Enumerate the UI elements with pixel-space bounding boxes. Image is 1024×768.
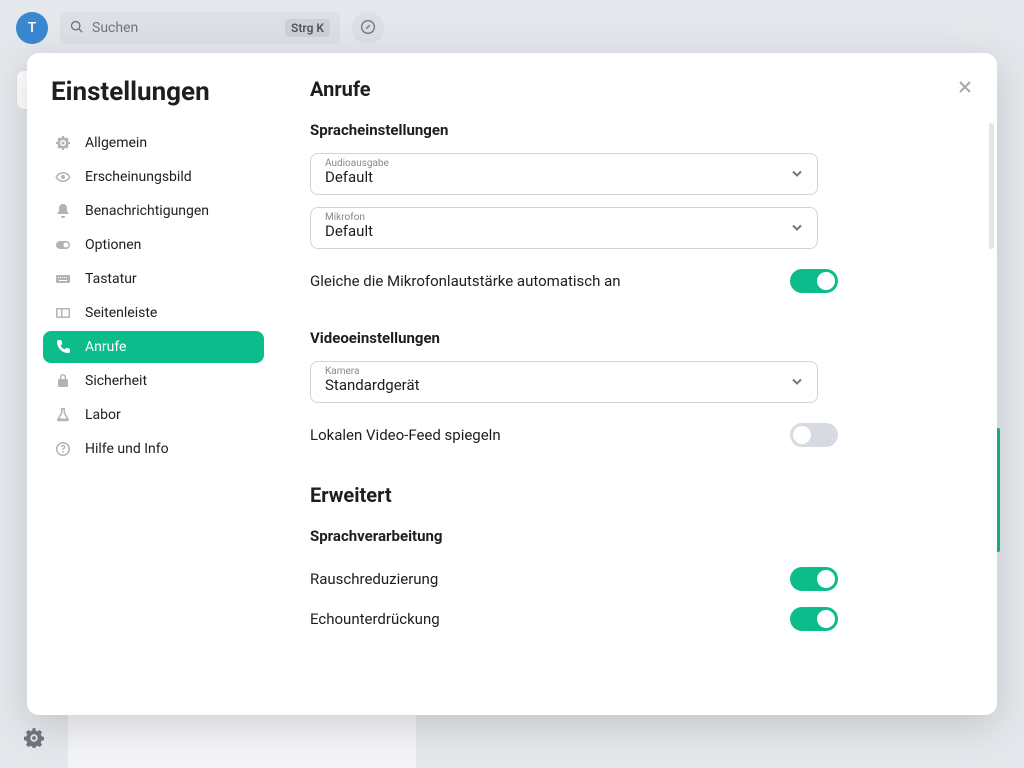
sidebar-item-general[interactable]: Allgemein	[43, 127, 264, 159]
top-bar: T Suchen Strg K	[0, 0, 1024, 56]
flask-icon	[55, 407, 71, 423]
microphone-select[interactable]: Mikrofon Default	[310, 207, 818, 249]
sidebar-item-label: Labor	[85, 407, 121, 423]
auto-gain-row: Gleiche die Mikrofonlautstärke automatis…	[310, 261, 838, 301]
sidebar-item-calls[interactable]: Anrufe	[43, 331, 264, 363]
help-icon	[55, 441, 71, 457]
sidebar-item-label: Hilfe und Info	[85, 441, 169, 457]
eye-icon	[55, 169, 71, 185]
close-button[interactable]	[953, 77, 977, 101]
phone-icon	[55, 339, 71, 355]
voice-processing-heading: Sprachverarbeitung	[310, 527, 967, 545]
sidebar-item-options[interactable]: Optionen	[43, 229, 264, 261]
mirror-video-row: Lokalen Video-Feed spiegeln	[310, 415, 838, 455]
gear-icon[interactable]	[24, 728, 44, 752]
sidebar-item-notifications[interactable]: Benachrichtigungen	[43, 195, 264, 227]
sidebar-item-sidebar[interactable]: Seitenleiste	[43, 297, 264, 329]
sidebar-item-label: Allgemein	[85, 135, 147, 151]
audio-output-label: Audioausgabe	[325, 158, 389, 169]
sidebar-item-label: Optionen	[85, 237, 141, 253]
modal-scrollbar[interactable]	[989, 123, 997, 715]
camera-label: Kamera	[325, 366, 359, 377]
sidebar-item-appearance[interactable]: Erscheinungsbild	[43, 161, 264, 193]
settings-content: Anrufe Spracheinstellungen Audioausgabe …	[280, 53, 997, 715]
sidebar-item-label: Tastatur	[85, 271, 137, 287]
advanced-heading: Erweitert	[310, 483, 967, 507]
camera-value: Standardgerät	[325, 376, 803, 394]
close-icon	[957, 79, 973, 99]
audio-output-value: Default	[325, 168, 803, 186]
echo-cancel-toggle[interactable]	[790, 607, 838, 631]
sidebar-item-help[interactable]: Hilfe und Info	[43, 433, 264, 465]
auto-gain-toggle[interactable]	[790, 269, 838, 293]
mirror-video-toggle[interactable]	[790, 423, 838, 447]
voice-settings-section: Spracheinstellungen Audioausgabe Default…	[310, 121, 967, 301]
chevron-down-icon	[791, 165, 803, 184]
video-settings-heading: Videoeinstellungen	[310, 329, 967, 347]
bell-icon	[55, 203, 71, 219]
echo-cancel-row: Echounterdrückung	[310, 599, 838, 639]
search-input[interactable]: Suchen Strg K	[60, 12, 340, 44]
compass-icon	[361, 19, 375, 38]
voice-settings-heading: Spracheinstellungen	[310, 121, 967, 139]
camera-select[interactable]: Kamera Standardgerät	[310, 361, 818, 403]
sidebar-icon	[55, 305, 71, 321]
video-settings-section: Videoeinstellungen Kamera Standardgerät …	[310, 329, 967, 455]
modal-title: Einstellungen	[51, 77, 210, 107]
settings-icon	[55, 135, 71, 151]
echo-cancel-label: Echounterdrückung	[310, 610, 440, 628]
avatar[interactable]: T	[16, 12, 48, 44]
noise-reduction-label: Rauschreduzierung	[310, 570, 438, 588]
sidebar-item-label: Erscheinungsbild	[85, 169, 192, 185]
chevron-down-icon	[791, 219, 803, 238]
search-shortcut-badge: Strg K	[285, 19, 330, 37]
settings-sidebar: Einstellungen Allgemein Erscheinungsbild	[27, 53, 280, 715]
sidebar-item-label: Seitenleiste	[85, 305, 157, 321]
audio-output-select[interactable]: Audioausgabe Default	[310, 153, 818, 195]
keyboard-icon	[55, 271, 71, 287]
microphone-label: Mikrofon	[325, 212, 365, 223]
search-placeholder: Suchen	[92, 20, 277, 36]
sidebar-item-security[interactable]: Sicherheit	[43, 365, 264, 397]
lock-icon	[55, 373, 71, 389]
auto-gain-label: Gleiche die Mikrofonlautstärke automatis…	[310, 272, 621, 290]
chevron-down-icon	[791, 373, 803, 392]
sidebar-item-label: Benachrichtigungen	[85, 203, 209, 219]
noise-reduction-row: Rauschreduzierung	[310, 559, 838, 599]
sidebar-item-label: Sicherheit	[85, 373, 147, 389]
explore-button[interactable]	[352, 12, 384, 44]
sidebar-item-keyboard[interactable]: Tastatur	[43, 263, 264, 295]
toggle-icon	[55, 237, 71, 253]
sidebar-item-labs[interactable]: Labor	[43, 399, 264, 431]
voice-processing-section: Sprachverarbeitung Rauschreduzierung Ech…	[310, 527, 967, 639]
noise-reduction-toggle[interactable]	[790, 567, 838, 591]
sidebar-item-label: Anrufe	[85, 339, 126, 355]
avatar-initial: T	[28, 20, 37, 36]
search-icon	[70, 19, 84, 38]
settings-modal: Einstellungen Allgemein Erscheinungsbild	[27, 53, 997, 715]
mirror-video-label: Lokalen Video-Feed spiegeln	[310, 426, 501, 444]
page-title: Anrufe	[310, 77, 967, 101]
settings-nav: Allgemein Erscheinungsbild Benachrichtig…	[27, 127, 280, 465]
microphone-value: Default	[325, 222, 803, 240]
